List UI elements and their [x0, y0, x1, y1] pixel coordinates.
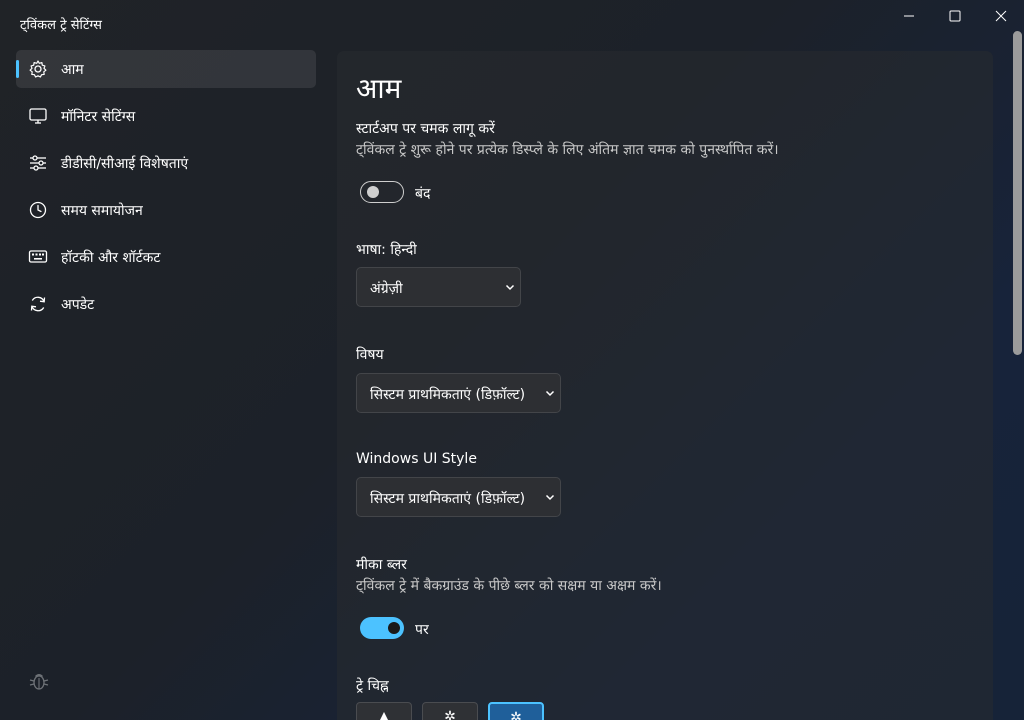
mica-blur-toggle[interactable]	[360, 617, 404, 639]
chevron-down-icon	[545, 390, 555, 397]
close-button[interactable]	[978, 0, 1024, 32]
tray-icon-preview-icon: ✲	[510, 710, 522, 720]
startup-brightness-label: स्टार्टअप पर चमक लागू करें	[356, 121, 495, 137]
maximize-button[interactable]	[932, 0, 978, 32]
sidebar-item-time-adjustments[interactable]: समय समायोजन	[16, 191, 316, 229]
refresh-icon	[30, 296, 46, 312]
windows-ui-style-select-value: सिस्टम प्राथमिकताएं (डिफ़ॉल्ट)	[370, 491, 526, 507]
sidebar-item-label: अपडेट	[61, 297, 95, 313]
tray-icon-option-3[interactable]: ✲	[488, 702, 544, 720]
sidebar-item-label: आम	[61, 62, 84, 78]
sidebar-item-label: हॉटकी और शॉर्टकट	[61, 250, 161, 266]
tray-icon-option-1[interactable]: ▲	[356, 702, 412, 720]
close-icon	[995, 10, 1007, 22]
chevron-down-icon	[505, 284, 515, 291]
settings-panel: आम स्टार्टअप पर चमक लागू करें ट्विंकल ट्…	[337, 51, 993, 720]
sliders-icon	[30, 155, 46, 171]
scrollbar[interactable]	[1013, 31, 1022, 355]
monitor-icon	[29, 108, 47, 124]
active-indicator	[16, 60, 19, 78]
sidebar-item-label: मॉनिटर सेटिंग्स	[61, 109, 136, 125]
theme-select-value: सिस्टम प्राथमिकताएं (डिफ़ॉल्ट)	[370, 387, 526, 403]
language-select-value: अंग्रेज़ी	[370, 281, 403, 297]
sidebar-item-label: डीडीसी/सीआई विशेषताएं	[61, 156, 189, 172]
tray-icon-option-2[interactable]: ✲	[422, 702, 478, 720]
sidebar-item-hotkeys[interactable]: हॉटकी और शॉर्टकट	[16, 238, 316, 276]
theme-label: विषय	[356, 347, 384, 363]
chevron-down-icon	[545, 494, 555, 501]
windows-ui-style-label: Windows UI Style	[356, 451, 477, 467]
sidebar-item-updates[interactable]: अपडेट	[16, 285, 316, 323]
sidebar-item-ddc-ci[interactable]: डीडीसी/सीआई विशेषताएं	[16, 144, 316, 182]
language-label: भाषा: हिन्दी	[356, 242, 417, 258]
title-bar: ट्विंकल ट्रे सेटिंग्स	[0, 0, 1024, 36]
language-select[interactable]: अंग्रेज़ी	[356, 267, 521, 307]
page-title: आम	[356, 72, 402, 105]
tray-icon-preview-icon: ▲	[378, 709, 390, 720]
tray-icon-preview-icon: ✲	[444, 709, 456, 720]
clock-icon	[29, 201, 47, 219]
startup-brightness-toggle[interactable]	[360, 181, 404, 203]
windows-ui-style-select[interactable]: सिस्टम प्राथमिकताएं (डिफ़ॉल्ट)	[356, 477, 561, 517]
mica-blur-label: मीका ब्लर	[356, 557, 407, 573]
toggle-knob	[388, 622, 400, 634]
theme-select[interactable]: सिस्टम प्राथमिकताएं (डिफ़ॉल्ट)	[356, 373, 561, 413]
tray-icon-label: ट्रे चिह्न	[356, 678, 389, 694]
minimize-icon	[904, 15, 914, 17]
startup-brightness-state: बंद	[415, 186, 431, 202]
mica-blur-description: ट्विंकल ट्रे में बैकग्राउंड के पीछे ब्लर…	[356, 578, 662, 594]
toggle-knob	[367, 185, 379, 198]
sidebar-item-general[interactable]: आम	[16, 50, 316, 88]
keyboard-icon	[28, 250, 48, 263]
sidebar-item-monitor-settings[interactable]: मॉनिटर सेटिंग्स	[16, 97, 316, 135]
sidebar: आम मॉनिटर सेटिंग्स डीडीसी/सीआई विशेषताएं…	[0, 36, 330, 720]
minimize-button[interactable]	[886, 0, 932, 32]
bug-icon[interactable]	[28, 670, 50, 692]
sidebar-item-label: समय समायोजन	[61, 203, 143, 219]
maximize-icon	[949, 10, 961, 22]
window-title: ट्विंकल ट्रे सेटिंग्स	[20, 18, 102, 33]
startup-brightness-description: ट्विंकल ट्रे शुरू होने पर प्रत्येक डिस्प…	[356, 142, 779, 158]
mica-blur-state: पर	[415, 622, 429, 638]
gear-icon	[29, 60, 47, 78]
